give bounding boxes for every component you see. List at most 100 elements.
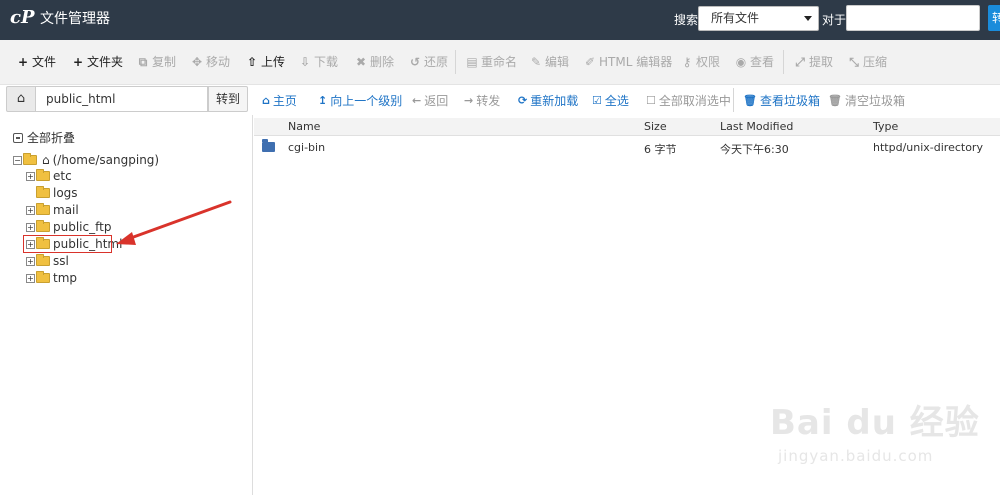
cpanel-logo[interactable]: cP <box>10 6 36 30</box>
folder-icon <box>262 139 275 152</box>
path-bar: ⌂ public_html 转到 ⌂ 主页 ↥ 向上一个级别 ← 返回 → 转发 ⟳ 重新… <box>0 85 1000 115</box>
nav-home-button[interactable]: ⌂ 主页 <box>262 93 297 109</box>
check-square-icon: ☑ <box>592 94 602 107</box>
nav-select-all-label: 全选 <box>604 94 629 108</box>
nav-view-trash-button[interactable]: 🗑︎ 查看垃圾箱 <box>743 93 820 109</box>
permissions-button[interactable]: ⚷ 权限 <box>681 54 720 70</box>
main-toolbar: + 文件 + 文件夹 ⧉ 复制 ✥ 移动 ⇧ 上传 ⇩ 下载 ✖ 删除 ↺ 还原 ▤ 重命名 ✎ 编… <box>0 40 1000 85</box>
new-file-button[interactable]: + 文件 <box>17 54 56 70</box>
plus-icon: + <box>72 55 84 69</box>
view-label: 查看 <box>750 55 775 69</box>
for-label: 对于 <box>822 13 847 27</box>
trash-icon: 🗑︎ <box>828 94 842 107</box>
restore-icon: ↺ <box>409 55 421 69</box>
forward-icon: → <box>464 94 474 107</box>
extract-icon: ⤢ <box>795 55 805 69</box>
edit-button[interactable]: ✎ 编辑 <box>530 54 569 70</box>
watermark-sub: jingyan.baidu.com <box>778 447 934 465</box>
copy-icon: ⧉ <box>138 55 148 69</box>
square-icon: ☐ <box>646 94 656 107</box>
search-scope-select[interactable]: 所有文件 <box>698 6 819 31</box>
back-icon: ← <box>412 94 422 107</box>
rename-icon: ▤ <box>466 55 478 69</box>
compress-icon: ⤡ <box>849 55 859 69</box>
download-button[interactable]: ⇩ 下载 <box>299 54 338 70</box>
table-header: Name Size Last Modified Type <box>254 118 1000 136</box>
nav-home-label: 主页 <box>272 94 297 108</box>
nav-reload-button[interactable]: ⟳ 重新加载 <box>518 93 578 109</box>
nav-reload-label: 重新加载 <box>530 94 579 108</box>
html-editor-button[interactable]: ✐ HTML 编辑器 <box>584 54 672 70</box>
pencil-icon: ✎ <box>530 55 542 69</box>
move-icon: ✥ <box>191 55 203 69</box>
move-button[interactable]: ✥ 移动 <box>191 54 230 70</box>
delete-label: 删除 <box>370 55 395 69</box>
search-input[interactable] <box>846 5 980 31</box>
copy-button[interactable]: ⧉ 复制 <box>137 54 176 70</box>
annotation-arrow <box>116 200 232 245</box>
download-icon: ⇩ <box>299 55 311 69</box>
view-button[interactable]: ◉ 查看 <box>735 54 774 70</box>
eye-icon: ◉ <box>735 55 747 69</box>
restore-button[interactable]: ↺ 还原 <box>409 54 448 70</box>
upload-button[interactable]: ⇧ 上传 <box>246 54 285 70</box>
app-title: 文件管理器 <box>40 11 110 27</box>
nav-up-level-button[interactable]: ↥ 向上一个级别 <box>318 93 402 109</box>
col-name-header[interactable]: Name <box>288 120 320 133</box>
restore-label: 还原 <box>424 55 449 69</box>
html-editor-icon: ✐ <box>584 55 596 69</box>
upload-icon: ⇧ <box>246 55 258 69</box>
level-up-icon: ↥ <box>318 94 328 107</box>
toolbar-divider <box>455 50 456 74</box>
row-modified: 今天下午6:30 <box>720 143 789 156</box>
row-name: cgi-bin <box>288 141 326 154</box>
delete-icon: ✖ <box>355 55 367 69</box>
rename-button[interactable]: ▤ 重命名 <box>466 54 517 70</box>
home-icon[interactable]: ⌂ <box>6 86 36 112</box>
search-label: 搜索 <box>674 13 699 27</box>
compress-label: 压缩 <box>863 55 888 69</box>
delete-button[interactable]: ✖ 删除 <box>355 54 394 70</box>
directory-tree-pane: 全部折叠 − ⌂ (/home/sangping) + etc logs + mai… <box>0 115 253 495</box>
nav-unselect-all-button[interactable]: ☐ 全部取消选中 <box>646 93 731 109</box>
reload-icon: ⟳ <box>518 94 528 107</box>
goto-button[interactable]: 转到 <box>208 86 248 112</box>
extract-button[interactable]: ⤢ 提取 <box>794 54 833 70</box>
col-type-header[interactable]: Type <box>873 120 898 133</box>
baidu-watermark: Bai du 经验 jingyan.baidu.com <box>770 395 980 475</box>
home-icon: ⌂ <box>262 94 270 107</box>
new-folder-button[interactable]: + 文件夹 <box>72 54 123 70</box>
watermark-main: Bai du 经验 <box>770 403 980 443</box>
copy-label: 复制 <box>152 55 177 69</box>
nav-view-trash-label: 查看垃圾箱 <box>759 94 820 108</box>
nav-back-label: 返回 <box>424 94 449 108</box>
col-size-header[interactable]: Size <box>644 120 667 133</box>
nav-back-button[interactable]: ← 返回 <box>412 93 448 109</box>
table-row[interactable]: cgi-bin 6 字节 今天下午6:30 httpd/unix-directo… <box>254 137 1000 159</box>
key-icon: ⚷ <box>682 55 692 69</box>
rename-label: 重命名 <box>481 55 518 69</box>
nav-empty-trash-label: 清空垃圾箱 <box>844 94 905 108</box>
permissions-label: 权限 <box>696 55 721 69</box>
path-input[interactable]: public_html <box>36 86 208 112</box>
plus-icon: + <box>17 55 29 69</box>
row-size: 6 字节 <box>644 143 677 156</box>
nav-forward-button[interactable]: → 转发 <box>464 93 500 109</box>
nav-select-all-button[interactable]: ☑ 全选 <box>592 93 629 109</box>
nav-divider <box>733 88 734 112</box>
edit-label: 编辑 <box>545 55 570 69</box>
html-editor-label: HTML 编辑器 <box>599 55 673 69</box>
nav-unselect-all-label: 全部取消选中 <box>658 94 731 108</box>
search-scope-value: 所有文件 <box>711 11 760 25</box>
download-label: 下载 <box>314 55 339 69</box>
nav-empty-trash-button[interactable]: 🗑︎ 清空垃圾箱 <box>828 93 905 109</box>
search-go-button[interactable]: 转 <box>988 5 1000 31</box>
nav-up-level-label: 向上一个级别 <box>330 94 403 108</box>
upload-label: 上传 <box>261 55 286 69</box>
toolbar-divider <box>783 50 784 74</box>
move-label: 移动 <box>206 55 231 69</box>
compress-button[interactable]: ⤡ 压缩 <box>848 54 887 70</box>
col-modified-header[interactable]: Last Modified <box>720 120 793 133</box>
extract-label: 提取 <box>809 55 834 69</box>
caret-down-icon <box>804 16 812 21</box>
